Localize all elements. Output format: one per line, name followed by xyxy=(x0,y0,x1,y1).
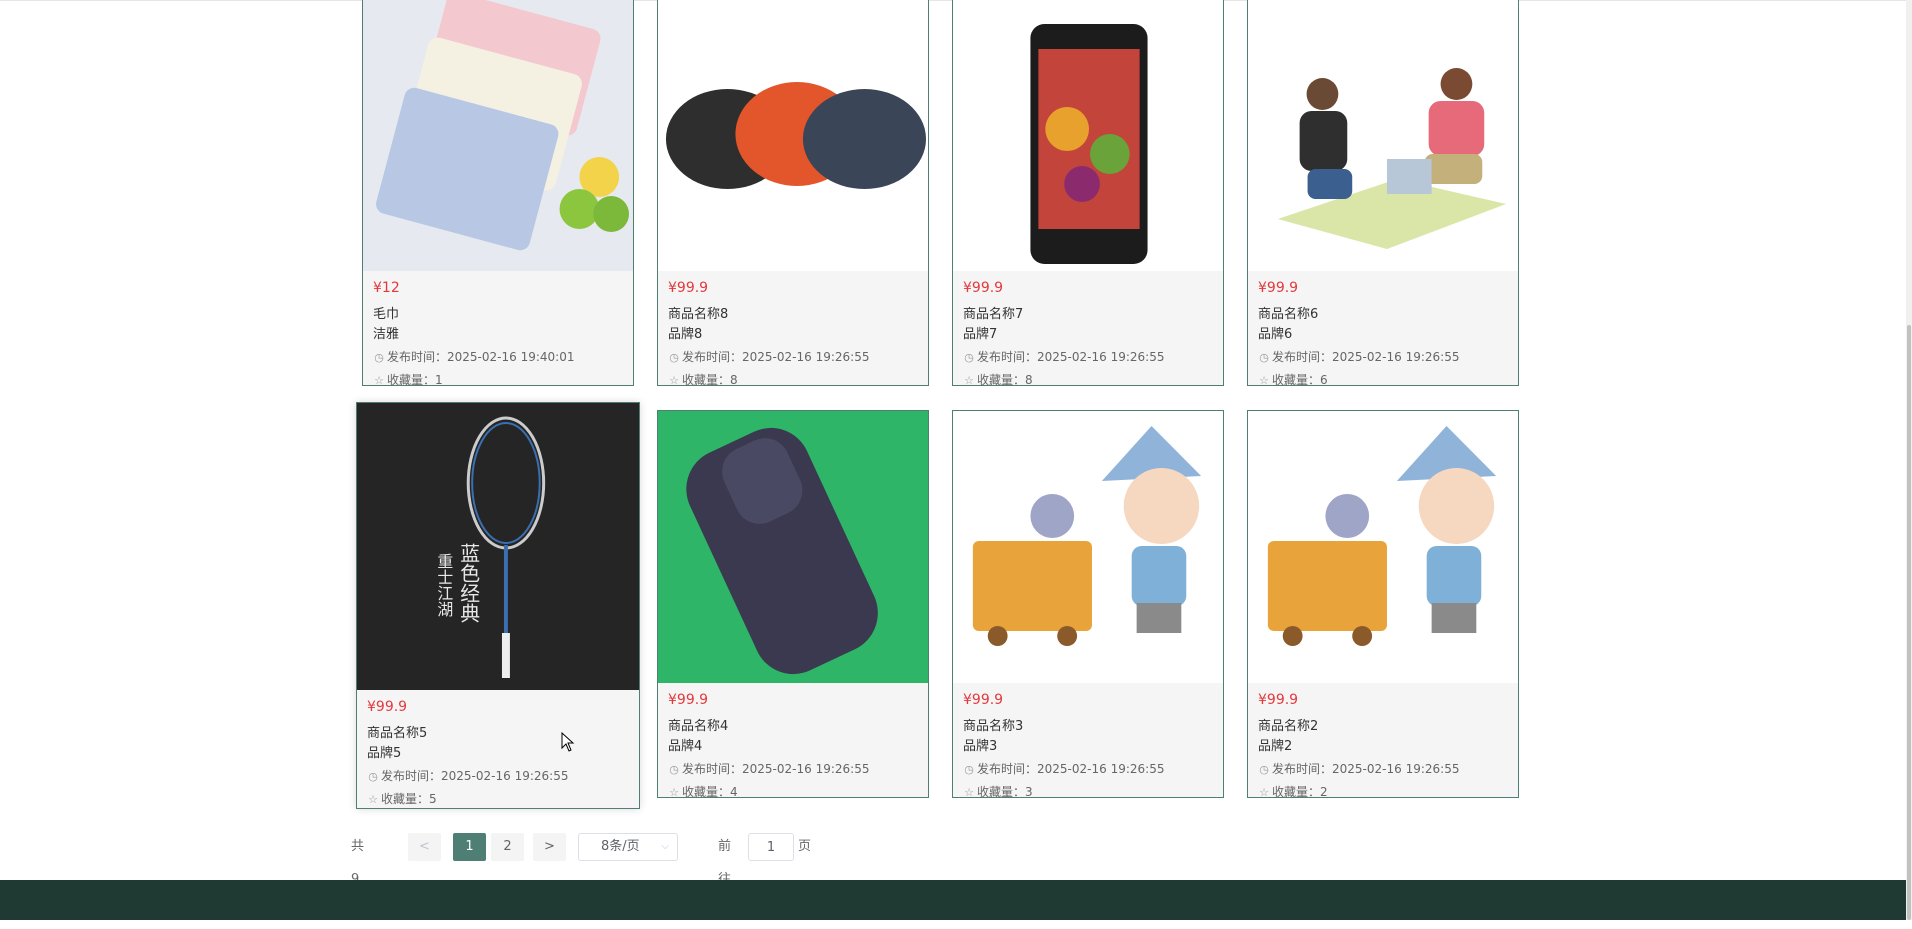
clock-icon: ◷ xyxy=(964,763,974,776)
scrollbar-thumb[interactable] xyxy=(1907,325,1911,920)
footer xyxy=(0,880,1906,920)
clock-icon: ◷ xyxy=(964,351,974,364)
clock-icon: ◷ xyxy=(368,770,378,783)
clock-icon: ◷ xyxy=(1259,763,1269,776)
publish-time: ◷ 发布时间：2025-02-16 19:26:55 xyxy=(1258,347,1512,368)
star-icon: ☆ xyxy=(669,786,679,799)
product-grid: ¥12 毛巾 洁雅 ◷ 发布时间：2025-02-16 19:40:01 ☆ 收藏量… xyxy=(0,0,1906,920)
product-image[interactable] xyxy=(1248,411,1518,683)
product-price: ¥99.9 xyxy=(1258,692,1299,708)
favorite-count: ☆ 收藏量：3 xyxy=(963,782,1217,803)
product-price: ¥99.9 xyxy=(367,699,408,715)
product-name[interactable]: 商品名称4 xyxy=(668,717,922,737)
jump-suffix: 页 xyxy=(798,839,812,854)
product-card[interactable]: ¥99.9 商品名称2 品牌2 ◷ 发布时间：2025-02-16 19:26:5… xyxy=(1247,410,1519,799)
product-image[interactable] xyxy=(658,411,928,683)
product-price: ¥99.9 xyxy=(668,692,709,708)
product-price: ¥99.9 xyxy=(963,692,1004,708)
product-card[interactable]: ¥99.9 商品名称7 品牌7 ◷ 发布时间：2025-02-16 19:26:5… xyxy=(952,0,1224,387)
product-price: ¥99.9 xyxy=(963,280,1004,296)
star-icon: ☆ xyxy=(1259,786,1269,799)
publish-time: ◷ 发布时间：2025-02-16 19:40:01 xyxy=(373,347,627,368)
publish-time: ◷ 发布时间：2025-02-16 19:26:55 xyxy=(668,347,922,368)
clock-icon: ◷ xyxy=(669,763,679,776)
product-card[interactable]: 蓝色经典 重士江湖 ¥99.9 商品名称5 品牌5 ◷ 发布时间：2025-02-… xyxy=(356,402,640,809)
product-brand: 品牌6 xyxy=(1258,327,1293,342)
product-name[interactable]: 商品名称3 xyxy=(963,717,1217,737)
product-brand: 品牌4 xyxy=(668,739,703,754)
product-name[interactable]: 商品名称8 xyxy=(668,305,922,325)
favorite-count: ☆ 收藏量：6 xyxy=(1258,370,1512,391)
product-card[interactable]: ¥12 毛巾 洁雅 ◷ 发布时间：2025-02-16 19:40:01 ☆ 收藏量… xyxy=(362,0,634,387)
product-card[interactable]: ¥99.9 商品名称8 品牌8 ◷ 发布时间：2025-02-16 19:26:5… xyxy=(657,0,929,387)
product-price: ¥99.9 xyxy=(1258,280,1299,296)
product-brand: 品牌5 xyxy=(367,746,402,761)
page-1-button[interactable]: 1 xyxy=(453,833,486,861)
racket-image-text: 蓝色经典 xyxy=(457,543,480,623)
page-size-value: 8条/页 xyxy=(601,839,640,854)
next-page-button[interactable]: > xyxy=(533,833,566,861)
product-brand: 品牌3 xyxy=(963,739,998,754)
clock-icon: ◷ xyxy=(1259,351,1269,364)
page-size-select[interactable]: 8条/页 ⌵ xyxy=(578,833,678,861)
product-image[interactable] xyxy=(1248,0,1518,271)
product-card[interactable]: ¥99.9 商品名称3 品牌3 ◷ 发布时间：2025-02-16 19:26:5… xyxy=(952,410,1224,799)
jump-page-input[interactable] xyxy=(748,833,794,861)
product-name[interactable]: 毛巾 xyxy=(373,305,627,325)
favorite-count: ☆ 收藏量：8 xyxy=(668,370,922,391)
chevron-down-icon: ⌵ xyxy=(661,841,669,852)
product-image[interactable] xyxy=(363,0,633,271)
product-brand: 品牌7 xyxy=(963,327,998,342)
product-image[interactable] xyxy=(953,0,1223,271)
publish-time: ◷ 发布时间：2025-02-16 19:26:55 xyxy=(963,759,1217,780)
publish-time: ◷ 发布时间：2025-02-16 19:26:55 xyxy=(963,347,1217,368)
product-name[interactable]: 商品名称2 xyxy=(1258,717,1512,737)
favorite-count: ☆ 收藏量：5 xyxy=(367,789,633,810)
clock-icon: ◷ xyxy=(374,351,384,364)
favorite-count: ☆ 收藏量：4 xyxy=(668,782,922,803)
publish-time: ◷ 发布时间：2025-02-16 19:26:55 xyxy=(1258,759,1512,780)
product-price: ¥12 xyxy=(373,280,400,296)
product-brand: 品牌8 xyxy=(668,327,703,342)
product-name[interactable]: 商品名称7 xyxy=(963,305,1217,325)
product-price: ¥99.9 xyxy=(668,280,709,296)
publish-time: ◷ 发布时间：2025-02-16 19:26:55 xyxy=(367,766,633,787)
product-brand: 品牌2 xyxy=(1258,739,1293,754)
star-icon: ☆ xyxy=(964,374,974,387)
star-icon: ☆ xyxy=(669,374,679,387)
product-image[interactable] xyxy=(953,411,1223,683)
svg-text:重士江湖: 重士江湖 xyxy=(435,553,454,618)
clock-icon: ◷ xyxy=(669,351,679,364)
mouse-cursor-icon xyxy=(561,732,575,752)
favorite-count: ☆ 收藏量：8 xyxy=(963,370,1217,391)
product-image[interactable]: 蓝色经典 重士江湖 xyxy=(357,403,639,690)
star-icon: ☆ xyxy=(368,793,378,806)
favorite-count: ☆ 收藏量：1 xyxy=(373,370,627,391)
prev-page-button[interactable]: < xyxy=(408,833,441,861)
product-brand: 洁雅 xyxy=(373,327,400,342)
product-name[interactable]: 商品名称5 xyxy=(367,724,633,744)
product-card[interactable]: ¥99.9 商品名称6 品牌6 ◷ 发布时间：2025-02-16 19:26:5… xyxy=(1247,0,1519,387)
publish-time: ◷ 发布时间：2025-02-16 19:26:55 xyxy=(668,759,922,780)
product-image[interactable] xyxy=(658,0,928,271)
favorite-count: ☆ 收藏量：2 xyxy=(1258,782,1512,803)
star-icon: ☆ xyxy=(374,374,384,387)
product-card[interactable]: ¥99.9 商品名称4 品牌4 ◷ 发布时间：2025-02-16 19:26:5… xyxy=(657,410,929,799)
star-icon: ☆ xyxy=(1259,374,1269,387)
product-name[interactable]: 商品名称6 xyxy=(1258,305,1512,325)
page-2-button[interactable]: 2 xyxy=(491,833,524,861)
star-icon: ☆ xyxy=(964,786,974,799)
